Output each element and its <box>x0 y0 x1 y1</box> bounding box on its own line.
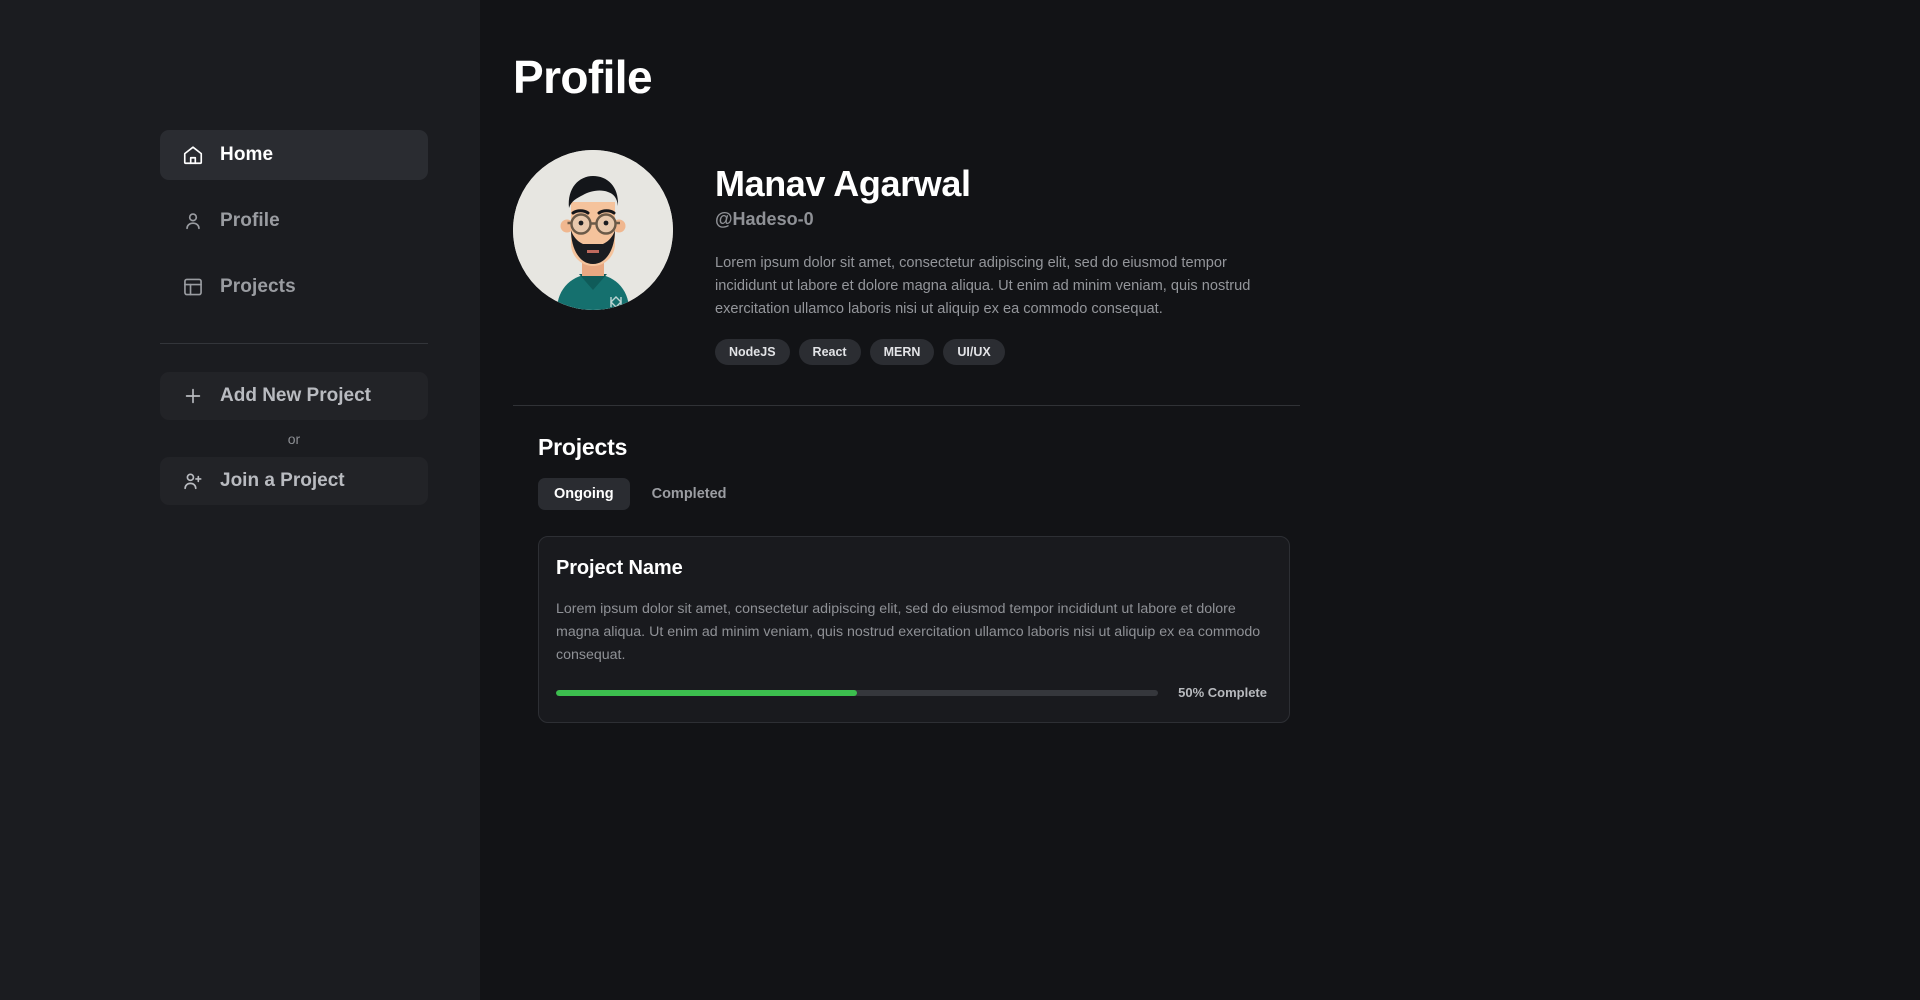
user-avatar-illustration <box>513 150 673 310</box>
progress-label: 50% Complete <box>1178 685 1267 701</box>
sidebar-item-label: Profile <box>220 210 280 231</box>
project-card-description: Lorem ipsum dolor sit amet, consectetur … <box>556 601 1261 664</box>
add-new-project-button[interactable]: Add New Project <box>160 372 428 420</box>
user-icon <box>182 210 204 232</box>
join-a-project-button[interactable]: Join a Project <box>160 457 428 505</box>
sidebar: Home Profile Projects Add New Project or… <box>0 0 480 1000</box>
sidebar-actions: Add New Project or Join a Project <box>160 372 428 505</box>
sidebar-nav: Home Profile Projects <box>160 130 428 312</box>
tag-pill[interactable]: NodeJS <box>715 339 790 366</box>
projects-section-title: Projects <box>538 434 628 461</box>
sidebar-item-profile[interactable]: Profile <box>160 196 428 246</box>
layout-icon <box>182 276 204 298</box>
tag-pill[interactable]: MERN <box>869 339 935 366</box>
profile-header: Manav Agarwal @Hadeso-0 Lorem ipsum dolo… <box>513 150 1920 366</box>
plus-icon <box>182 385 204 407</box>
sidebar-divider <box>160 343 428 344</box>
or-separator-label: or <box>287 431 301 447</box>
sidebar-item-home[interactable]: Home <box>160 130 428 180</box>
profile-name: Manav Agarwal <box>715 163 971 204</box>
home-icon <box>182 144 204 166</box>
main-content: Profile Manav Agarwal @Hadeso-0 Lorem ip… <box>480 0 1920 1000</box>
project-card[interactable]: Project Name Lorem ipsum dolor sit amet,… <box>538 536 1290 724</box>
sidebar-item-label: Projects <box>220 276 296 297</box>
progress-bar-fill <box>556 689 858 696</box>
projects-tabs: Ongoing Completed <box>538 478 1920 511</box>
avatar <box>513 150 673 310</box>
progress-bar-track <box>556 689 1159 696</box>
tag-pill[interactable]: UI/UX <box>943 339 1005 366</box>
join-a-project-label: Join a Project <box>220 470 345 491</box>
tag-pill[interactable]: React <box>798 339 861 366</box>
projects-section: Projects Ongoing Completed Project Name … <box>513 434 1920 724</box>
profile-tags: NodeJS React MERN UI/UX <box>715 339 1263 366</box>
sidebar-item-label: Home <box>220 144 274 165</box>
content-divider <box>513 405 1300 407</box>
add-new-project-label: Add New Project <box>220 385 371 406</box>
sidebar-item-projects[interactable]: Projects <box>160 262 428 312</box>
user-plus-icon <box>182 470 204 492</box>
profile-handle: @Hadeso-0 <box>715 209 814 230</box>
project-progress: 50% Complete <box>556 685 1267 700</box>
tab-completed[interactable]: Completed <box>636 478 743 510</box>
project-card-title: Project Name <box>556 557 683 580</box>
tab-ongoing[interactable]: Ongoing <box>538 478 630 511</box>
profile-info: Manav Agarwal @Hadeso-0 Lorem ipsum dolo… <box>715 150 1263 366</box>
page-title: Profile <box>513 51 653 103</box>
profile-bio: Lorem ipsum dolor sit amet, consectetur … <box>715 255 1251 318</box>
